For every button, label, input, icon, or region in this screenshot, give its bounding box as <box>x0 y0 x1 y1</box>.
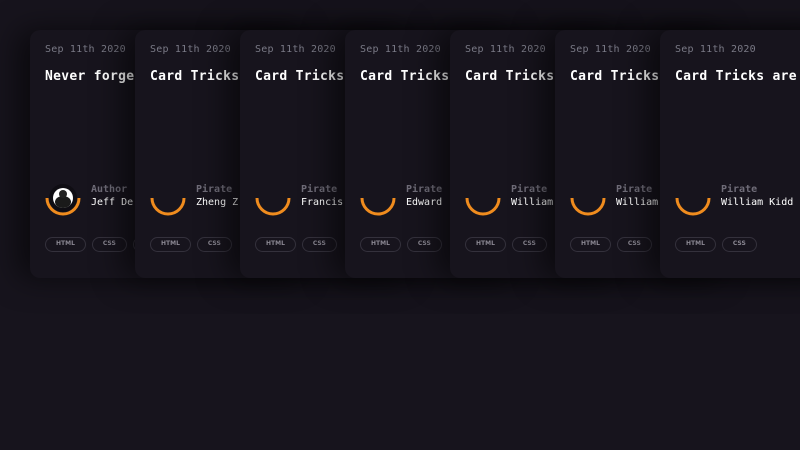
card-6[interactable]: Sep 11th 2020 Card Tricks are f Pirate W… <box>660 30 800 278</box>
author-avatar[interactable] <box>464 182 502 218</box>
tag-list: HTML CSS <box>465 237 547 252</box>
author-name[interactable]: William <box>511 197 553 208</box>
author-avatar[interactable] <box>569 182 607 218</box>
tag-css[interactable]: CSS <box>721 237 757 252</box>
card-date: Sep 11th 2020 <box>255 44 336 55</box>
author-name[interactable]: Zheng Z <box>196 197 238 208</box>
author-role: Author <box>91 184 128 195</box>
tag-css[interactable]: CSS <box>196 237 232 252</box>
tag-css[interactable]: CSS <box>301 237 337 252</box>
card-date: Sep 11th 2020 <box>150 44 231 55</box>
author-name[interactable]: Francis <box>301 197 343 208</box>
author-role: Pirate <box>406 184 443 195</box>
half-ring-icon <box>570 197 606 216</box>
half-ring-icon <box>150 197 186 216</box>
author-name[interactable]: William <box>616 197 658 208</box>
author-avatar[interactable] <box>359 182 397 218</box>
card-date: Sep 11th 2020 <box>360 44 441 55</box>
tag-html[interactable]: HTML <box>150 237 191 252</box>
tag-html[interactable]: HTML <box>360 237 401 252</box>
tag-css[interactable]: CSS <box>406 237 442 252</box>
card-date: Sep 11th 2020 <box>570 44 651 55</box>
card-title[interactable]: Card Tricks <box>360 69 449 84</box>
tag-css[interactable]: CSS <box>616 237 652 252</box>
card-date: Sep 11th 2020 <box>45 44 126 55</box>
card-date: Sep 11th 2020 <box>675 44 756 55</box>
tag-html[interactable]: HTML <box>675 237 716 252</box>
author-avatar[interactable] <box>254 182 292 218</box>
tag-html[interactable]: HTML <box>45 237 86 252</box>
half-ring-icon <box>465 197 501 216</box>
author-role: Pirate <box>511 184 548 195</box>
card-date: Sep 11th 2020 <box>465 44 546 55</box>
card-title[interactable]: Card Tricks <box>465 69 554 84</box>
half-ring-icon <box>360 197 396 216</box>
author-role: Pirate <box>616 184 653 195</box>
author-avatar[interactable] <box>674 182 712 218</box>
tag-html[interactable]: HTML <box>570 237 611 252</box>
card-stack: Sep 11th 2020 Never forget Author Jeff D… <box>0 0 800 450</box>
author-avatar[interactable] <box>44 182 82 218</box>
tag-list: HTML CSS <box>570 237 652 252</box>
card-title[interactable]: Never forget <box>45 69 143 84</box>
tag-html[interactable]: HTML <box>255 237 296 252</box>
author-role: Pirate <box>196 184 233 195</box>
tag-list: HTML CSS <box>675 237 757 252</box>
author-name[interactable]: Edward <box>406 197 442 208</box>
author-role: Pirate <box>721 184 758 195</box>
tag-list: HTML CSS <box>255 237 337 252</box>
tag-css[interactable]: CSS <box>511 237 547 252</box>
tag-list: HTML CSS <box>360 237 442 252</box>
author-role: Pirate <box>301 184 338 195</box>
author-avatar[interactable] <box>149 182 187 218</box>
card-title[interactable]: Card Tricks <box>255 69 344 84</box>
tag-list: HTML CSS <box>150 237 232 252</box>
tag-css[interactable]: CSS <box>91 237 127 252</box>
half-ring-icon <box>255 197 291 216</box>
card-title[interactable]: Card Tricks are f <box>675 69 800 84</box>
card-title[interactable]: Card Tricks <box>150 69 239 84</box>
half-ring-icon <box>675 197 711 216</box>
tag-html[interactable]: HTML <box>465 237 506 252</box>
author-name[interactable]: Jeff De <box>91 197 133 208</box>
card-title[interactable]: Card Tricks <box>570 69 659 84</box>
author-name[interactable]: William Kidd <box>721 197 793 208</box>
